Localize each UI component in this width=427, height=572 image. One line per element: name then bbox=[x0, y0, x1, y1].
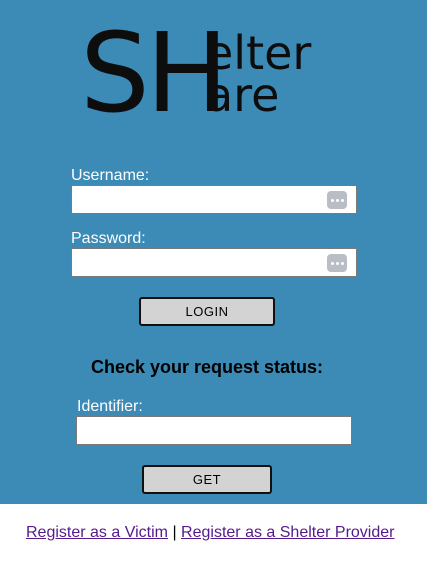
logo-initials: SH bbox=[80, 9, 229, 137]
password-label: Password: bbox=[71, 230, 146, 247]
footer-links: Register as a Victim | Register as a She… bbox=[26, 524, 394, 542]
shelter-share-logo: SH elter are bbox=[80, 18, 340, 128]
register-victim-link[interactable]: Register as a Victim bbox=[26, 524, 168, 541]
logo-line-2: are bbox=[205, 68, 280, 122]
identifier-field[interactable] bbox=[76, 416, 352, 445]
main-panel: SH elter are Username: Password: LOGIN C… bbox=[0, 0, 427, 504]
footer-separator: | bbox=[172, 524, 177, 541]
key-dots-icon[interactable] bbox=[327, 191, 347, 209]
key-dots-icon[interactable] bbox=[327, 254, 347, 272]
username-field[interactable] bbox=[71, 185, 357, 214]
register-provider-link[interactable]: Register as a Shelter Provider bbox=[181, 524, 394, 541]
password-field[interactable] bbox=[71, 248, 357, 277]
login-button[interactable]: LOGIN bbox=[139, 297, 275, 326]
get-button[interactable]: GET bbox=[142, 465, 272, 494]
identifier-label: Identifier: bbox=[77, 398, 143, 415]
username-label: Username: bbox=[71, 167, 150, 184]
status-heading: Check your request status: bbox=[90, 357, 324, 377]
